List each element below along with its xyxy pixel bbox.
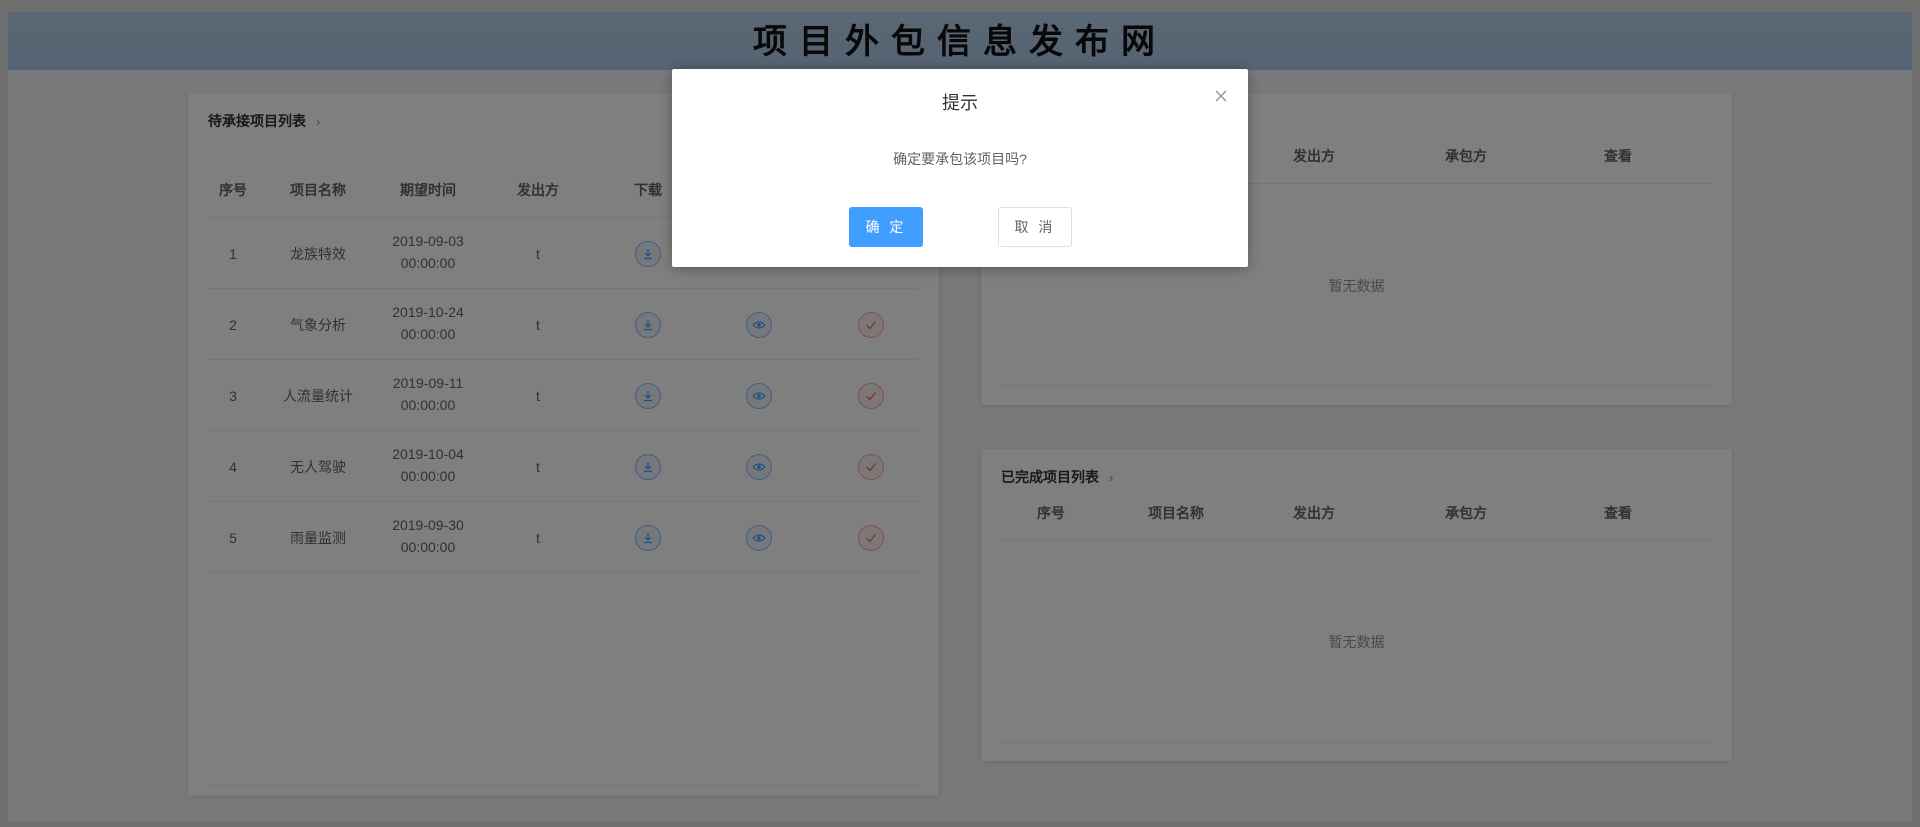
dialog-title: 提示	[942, 93, 978, 113]
dialog-message: 确定要承包该项目吗?	[893, 151, 1027, 167]
confirm-dialog: 提示 确定要承包该项目吗? 确 定 取 消	[672, 69, 1248, 267]
confirm-button[interactable]: 确 定	[849, 207, 923, 247]
cancel-button[interactable]: 取 消	[998, 207, 1072, 247]
close-icon[interactable]	[1212, 87, 1230, 105]
